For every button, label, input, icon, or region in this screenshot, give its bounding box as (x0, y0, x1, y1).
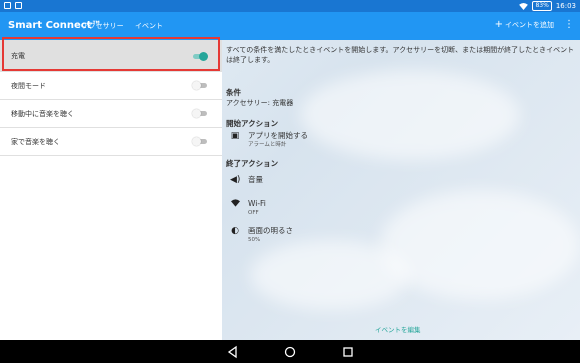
event-label: 移動中に音楽を聴く (11, 110, 74, 118)
add-event-button[interactable]: + イベントを追加 (495, 20, 554, 30)
event-row-night-mode[interactable]: 夜間モード (0, 72, 222, 100)
end-action-heading: 終了アクション (226, 159, 279, 168)
event-toggle[interactable] (192, 137, 208, 146)
action-subtitle: OFF (248, 210, 259, 216)
event-detail: すべての条件を満たしたときイベントを開始します。アクセサリーを切断、または期間が… (226, 45, 576, 243)
status-bar: 83% 16:03 (0, 0, 580, 12)
back-icon[interactable] (226, 345, 240, 359)
event-toggle[interactable] (192, 109, 208, 118)
app-bar: Smart Connect™ アクセサリー イベント + イベントを追加 ⋮ (0, 12, 580, 40)
home-icon[interactable] (283, 345, 297, 359)
content-area: 充電 夜間モード 移動中に音楽を聴く 家で音楽を聴く すべての条件を満たしたとき… (0, 37, 580, 340)
end-action-brightness[interactable]: ◐ 画面の明るさ 50% (230, 226, 293, 244)
start-action-app[interactable]: ▣ アプリを開始する アラームと時計 (230, 131, 308, 149)
end-action-wifi[interactable]: Wi-Fi OFF (230, 199, 266, 217)
condition-value: アクセサリー: 充電器 (226, 99, 294, 107)
add-event-label: イベントを追加 (505, 21, 554, 29)
event-row-music-moving[interactable]: 移動中に音楽を聴く (0, 100, 222, 128)
action-title: アプリを開始する (248, 131, 308, 140)
event-label: 夜間モード (11, 82, 46, 90)
tab-event[interactable]: イベント (135, 21, 163, 31)
brightness-icon: ◐ (231, 226, 239, 236)
event-row-music-home[interactable]: 家で音楽を聴く (0, 128, 222, 156)
overflow-menu-icon[interactable]: ⋮ (564, 20, 574, 30)
event-row-charging[interactable]: 充電 (0, 37, 222, 72)
recent-apps-icon[interactable] (341, 345, 355, 359)
navigation-bar (0, 340, 580, 363)
edit-event-button[interactable]: イベントを編集 (375, 324, 421, 334)
action-subtitle: アラームと時計 (248, 142, 287, 148)
screen-icon (15, 2, 22, 9)
start-action-heading: 開始アクション (226, 119, 279, 128)
action-title: 画面の明るさ (248, 226, 293, 235)
action-title: 音量 (248, 175, 263, 184)
tab-accessory[interactable]: アクセサリー (82, 21, 124, 31)
condition-heading: 条件 (226, 88, 241, 97)
wifi-icon (230, 199, 240, 209)
battery-badge: 83% (532, 1, 552, 11)
volume-icon: ◀) (230, 175, 241, 185)
sim-icon (4, 2, 11, 9)
event-list: 充電 夜間モード 移動中に音楽を聴く 家で音楽を聴く (0, 37, 222, 340)
plus-icon: + (494, 19, 503, 30)
wifi-status-icon (519, 2, 529, 10)
end-action-volume[interactable]: ◀) 音量 (230, 175, 263, 185)
action-title: Wi-Fi (248, 199, 266, 208)
action-subtitle: 50% (248, 237, 261, 243)
app-launch-icon: ▣ (230, 131, 240, 141)
event-label: 家で音楽を聴く (11, 138, 60, 146)
event-description: すべての条件を満たしたときイベントを開始します。アクセサリーを切断、または期間が… (226, 46, 575, 64)
selection-highlight (2, 37, 220, 71)
event-toggle[interactable] (192, 81, 208, 90)
clock: 16:03 (555, 2, 576, 10)
